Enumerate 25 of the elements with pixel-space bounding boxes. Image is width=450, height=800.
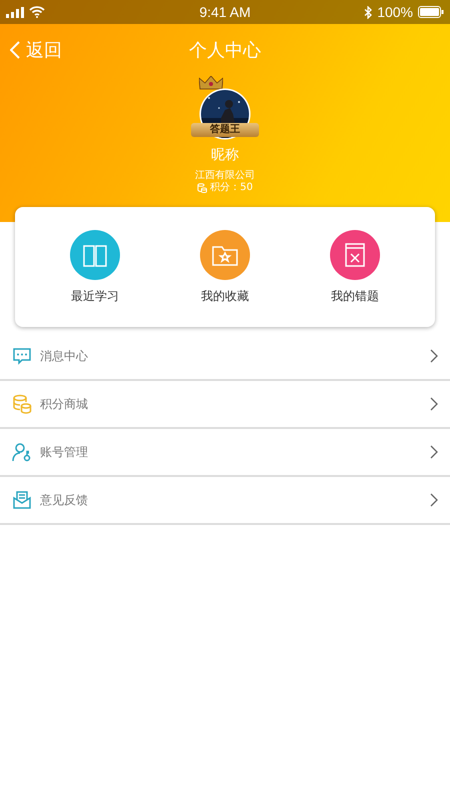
chat-icon bbox=[12, 347, 32, 365]
chevron-right-icon bbox=[430, 493, 438, 507]
avatar-ribbon: 答题王 bbox=[191, 123, 259, 137]
bluetooth-icon bbox=[364, 6, 372, 18]
chevron-left-icon bbox=[10, 41, 20, 59]
coins-icon bbox=[197, 183, 208, 193]
status-time: 9:41 AM bbox=[199, 4, 251, 20]
battery-percent: 100% bbox=[377, 4, 413, 20]
points-text: 积分：50 bbox=[210, 182, 253, 194]
shortcut-button[interactable]: 我的收藏 bbox=[175, 230, 275, 304]
mail-icon bbox=[12, 490, 32, 510]
user-key-icon bbox=[12, 442, 32, 462]
crown-icon bbox=[199, 76, 223, 90]
chevron-right-icon bbox=[430, 445, 438, 459]
signal-icon bbox=[6, 6, 24, 18]
shortcut-button[interactable]: 最近学习 bbox=[45, 230, 145, 304]
wifi-icon bbox=[29, 6, 45, 18]
battery-icon bbox=[418, 6, 444, 18]
company-name: 江西有限公司 bbox=[195, 170, 255, 182]
chevron-right-icon bbox=[430, 397, 438, 411]
nickname: 昵称 bbox=[211, 146, 239, 164]
coins-icon bbox=[12, 394, 32, 414]
chevron-right-icon bbox=[430, 349, 438, 363]
shortcut-button[interactable]: 我的错题 bbox=[305, 230, 405, 304]
page-title: 个人中心 bbox=[188, 39, 262, 62]
